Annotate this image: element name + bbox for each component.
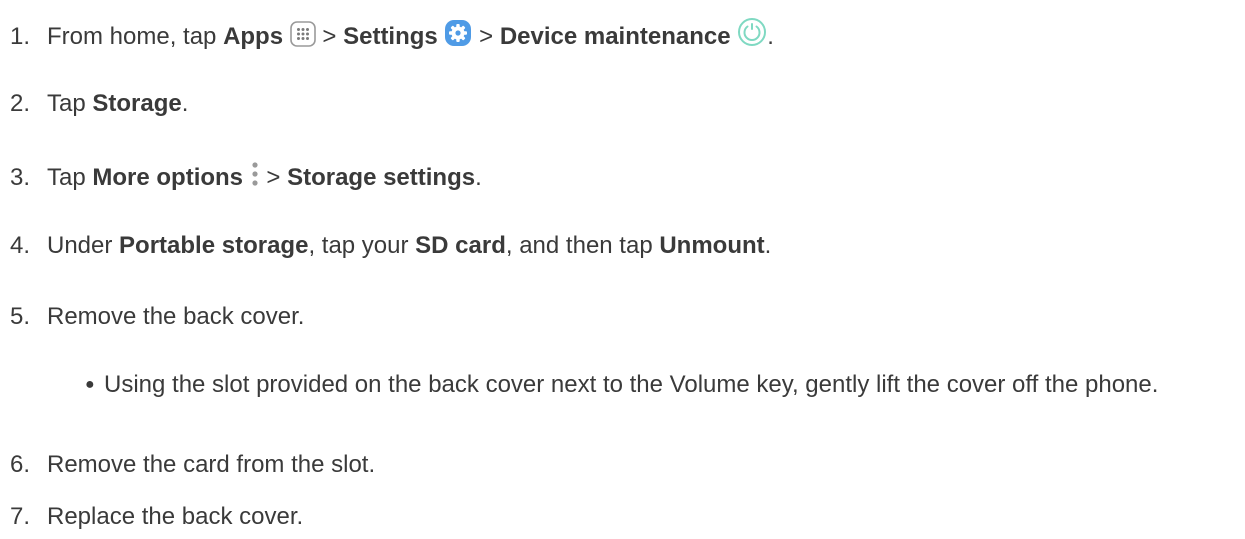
- separator: >: [315, 23, 344, 50]
- step-1: 1. From home, tap Apps > Settings > Devi…: [10, 17, 774, 52]
- step-text: , tap your: [308, 232, 416, 259]
- separator: >: [472, 23, 500, 50]
- step-text: Tap: [47, 90, 93, 117]
- sd-card-label: SD card: [415, 232, 506, 259]
- step-2: 2. Tap Storage.: [10, 89, 188, 119]
- storage-settings-label: Storage settings: [287, 164, 476, 191]
- step-number: 4.: [10, 232, 31, 259]
- step-end: .: [181, 90, 189, 117]
- step-3: 3. Tap More options > Storage settings.: [10, 160, 482, 193]
- step-number: 3.: [10, 164, 31, 191]
- settings-gear-icon: [444, 19, 472, 47]
- step-5: 5. Remove the back cover.: [10, 302, 304, 332]
- step-6: 6. Remove the card from the slot.: [10, 450, 375, 480]
- portable-storage-label: Portable storage: [119, 232, 309, 259]
- apps-label: Apps: [223, 23, 284, 50]
- step-number: 2.: [10, 90, 31, 117]
- step-4: 4. Under Portable storage, tap your SD ca…: [10, 231, 771, 261]
- apps-grid-icon: [289, 21, 316, 47]
- step-text: Remove the card from the slot.: [47, 451, 376, 478]
- unmount-label: Unmount: [659, 232, 765, 259]
- step-5-sub-bullet: ● Using the slot provided on the back cov…: [85, 368, 1234, 402]
- step-number: 1.: [10, 23, 31, 50]
- settings-label: Settings: [343, 23, 438, 50]
- storage-label: Storage: [92, 90, 182, 117]
- sub-bullet-text: Using the slot provided on the back cove…: [104, 371, 1159, 398]
- step-end: .: [767, 23, 774, 50]
- step-text: Replace the back cover.: [47, 503, 304, 530]
- step-number: 5.: [10, 303, 31, 330]
- step-7: 7. Replace the back cover.: [10, 502, 303, 532]
- step-end: .: [475, 164, 482, 191]
- step-end: .: [764, 232, 772, 259]
- separator: >: [259, 164, 288, 191]
- step-text: Under: [47, 232, 120, 259]
- device-maintenance-label: Device maintenance: [499, 23, 731, 50]
- step-number: 6.: [10, 451, 31, 478]
- more-options-icon: [250, 160, 260, 188]
- step-text: From home, tap: [47, 23, 224, 50]
- device-maintenance-icon: [737, 17, 767, 47]
- step-text: , and then tap: [505, 232, 660, 259]
- step-text: Remove the back cover.: [47, 303, 305, 330]
- step-text: Tap: [47, 164, 93, 191]
- step-number: 7.: [10, 503, 31, 530]
- more-options-label: More options: [92, 164, 244, 191]
- bullet-dot: ●: [85, 376, 95, 393]
